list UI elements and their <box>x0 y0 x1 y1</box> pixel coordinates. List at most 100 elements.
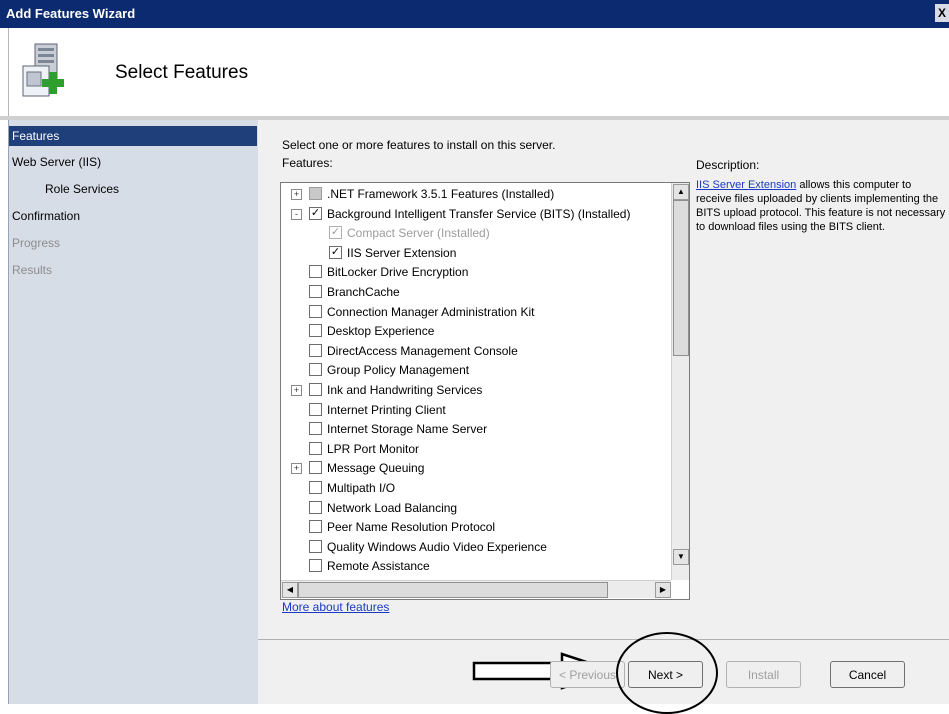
horizontal-scrollbar[interactable]: ◀ ▶ <box>281 580 671 598</box>
feature-label: Compact Server (Installed) <box>347 226 490 241</box>
feature-row[interactable]: Group Policy Management <box>281 360 671 380</box>
feature-row[interactable]: + .NET Framework 3.5.1 Features (Installe… <box>281 184 671 204</box>
feature-checkbox[interactable] <box>309 559 322 573</box>
footer-divider <box>258 639 949 640</box>
feature-checkbox[interactable] <box>309 363 322 377</box>
nav-step-label: Web Server (IIS) <box>12 155 102 169</box>
feature-checkbox[interactable] <box>309 383 322 396</box>
feature-checkbox[interactable] <box>309 461 322 475</box>
feature-checkbox[interactable] <box>309 324 322 338</box>
feature-checkbox[interactable]: ✓ <box>329 226 342 240</box>
nav-step-progress: Progress <box>9 233 60 253</box>
feature-row[interactable]: Internet Storage Name Server <box>281 419 671 439</box>
page-title: Select Features <box>115 62 249 83</box>
features-label: Features: <box>282 156 333 170</box>
feature-row[interactable]: LPR Port Monitor <box>281 439 671 459</box>
feature-checkbox[interactable] <box>309 539 322 553</box>
expand-icon[interactable]: + <box>291 385 302 396</box>
nav-step-results: Results <box>9 260 52 280</box>
close-icon[interactable]: X <box>935 4 949 22</box>
feature-row[interactable]: BitLocker Drive Encryption <box>281 262 671 282</box>
feature-row[interactable]: Network Load Balancing <box>281 498 671 518</box>
feature-checkbox[interactable] <box>309 187 322 200</box>
feature-checkbox[interactable] <box>309 500 322 514</box>
scrollbar-thumb[interactable] <box>298 582 608 598</box>
scroll-up-icon[interactable]: ▲ <box>673 184 689 200</box>
vertical-scrollbar[interactable]: ▲ ▼ <box>671 183 689 580</box>
nav-step-label: Results <box>12 263 53 277</box>
feature-row[interactable]: ✓ IIS Server Extension <box>281 243 671 263</box>
wizard-header: Select Features <box>8 28 949 116</box>
feature-row[interactable]: Peer Name Resolution Protocol <box>281 517 671 537</box>
feature-checkbox[interactable] <box>309 343 322 357</box>
feature-checkbox[interactable] <box>309 422 322 436</box>
nav-step-label: Confirmation <box>12 209 81 223</box>
feature-label: Peer Name Resolution Protocol <box>327 520 496 535</box>
feature-label: Quality Windows Audio Video Experience <box>327 539 547 554</box>
cancel-button[interactable]: Cancel <box>830 661 905 688</box>
feature-row[interactable]: Remote Assistance <box>281 556 671 576</box>
scroll-right-icon[interactable]: ▶ <box>655 582 671 598</box>
feature-checkbox[interactable] <box>309 304 322 318</box>
feature-label: .NET Framework 3.5.1 Features (Installed… <box>327 187 555 201</box>
feature-row[interactable]: - ✓ Background Intelligent Transfer Servic… <box>281 204 671 224</box>
description-label: Description: <box>696 158 760 172</box>
scroll-left-icon[interactable]: ◀ <box>282 582 298 598</box>
main-pane: Select one or more features to install o… <box>258 120 949 714</box>
feature-checkbox[interactable]: ✓ <box>329 245 342 259</box>
feature-row[interactable]: Quality Windows Audio Video Experience <box>281 537 671 557</box>
feature-row[interactable]: BranchCache <box>281 282 671 302</box>
nav-step-role-services[interactable]: Role Services <box>9 179 119 199</box>
feature-checkbox[interactable] <box>309 520 322 534</box>
feature-label: Background Intelligent Transfer Service … <box>327 206 631 221</box>
scrollbar-thumb[interactable] <box>673 200 689 356</box>
feature-label: BitLocker Drive Encryption <box>327 265 469 280</box>
previous-button: < Previous <box>550 661 625 688</box>
wizard-steps-pane: Features Web Server (IIS) Role Services … <box>8 120 258 704</box>
annotation-circle <box>616 632 718 714</box>
nav-step-web-server[interactable]: Web Server (IIS) <box>9 152 101 172</box>
feature-row[interactable]: + Ink and Handwriting Services <box>281 380 671 400</box>
feature-row[interactable]: Multipath I/O <box>281 478 671 498</box>
feature-checkbox[interactable] <box>309 481 322 494</box>
feature-checkbox[interactable]: ✓ <box>309 206 322 220</box>
feature-row[interactable]: Connection Manager Administration Kit <box>281 302 671 322</box>
feature-label: Remote Assistance <box>327 559 430 574</box>
expand-icon[interactable]: + <box>291 189 302 200</box>
feature-label: Group Policy Management <box>327 363 470 378</box>
nav-step-features[interactable]: Features <box>9 126 257 146</box>
more-about-features-link[interactable]: More about features <box>282 600 389 614</box>
nav-step-label: Role Services <box>45 182 120 196</box>
expand-icon[interactable]: + <box>291 463 302 475</box>
window-title: Add Features Wizard <box>6 6 136 21</box>
feature-checkbox[interactable] <box>309 441 322 455</box>
feature-row[interactable]: DirectAccess Management Console <box>281 341 671 361</box>
description-text: IIS Server Extension allows this compute… <box>696 178 946 234</box>
nav-step-label: Features <box>12 129 60 143</box>
feature-row[interactable]: Desktop Experience <box>281 321 671 341</box>
nav-step-label: Progress <box>12 236 61 250</box>
feature-label: Desktop Experience <box>327 324 435 339</box>
instruction-text: Select one or more features to install o… <box>282 138 556 152</box>
feature-label: Network Load Balancing <box>327 500 458 515</box>
feature-label: BranchCache <box>327 285 400 299</box>
feature-label: DirectAccess Management Console <box>327 343 518 358</box>
title-bar: Add Features Wizard X <box>0 0 949 28</box>
feature-label: Internet Printing Client <box>327 402 446 417</box>
install-button: Install <box>726 661 801 688</box>
features-tree[interactable]: + .NET Framework 3.5.1 Features (Installe… <box>280 182 690 600</box>
feature-checkbox[interactable] <box>309 285 322 298</box>
feature-label: IIS Server Extension <box>347 245 457 260</box>
feature-row[interactable]: ✓ Compact Server (Installed) <box>281 223 671 243</box>
feature-row[interactable]: Internet Printing Client <box>281 400 671 420</box>
scroll-down-icon[interactable]: ▼ <box>673 549 689 565</box>
feature-row[interactable]: + Message Queuing <box>281 458 671 478</box>
feature-label: LPR Port Monitor <box>327 441 420 456</box>
description-link[interactable]: IIS Server Extension <box>696 179 796 191</box>
feature-checkbox[interactable] <box>309 402 322 416</box>
feature-label: Ink and Handwriting Services <box>327 383 483 397</box>
collapse-icon[interactable]: - <box>291 208 302 220</box>
feature-checkbox[interactable] <box>309 265 322 279</box>
feature-label: Multipath I/O <box>327 481 396 495</box>
nav-step-confirmation[interactable]: Confirmation <box>9 206 80 226</box>
